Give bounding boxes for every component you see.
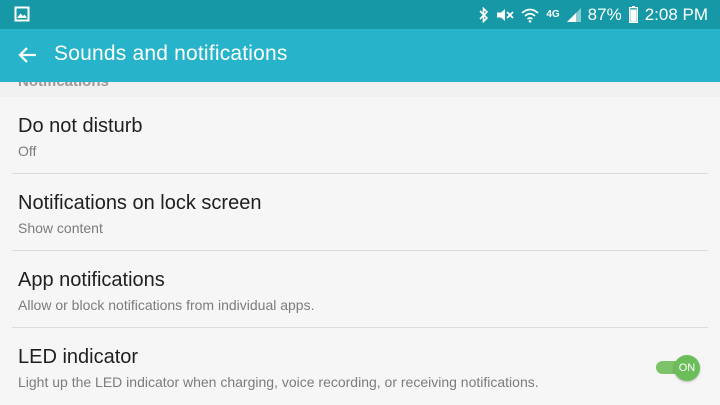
setting-do-not-disturb[interactable]: Do not disturb Off — [0, 97, 720, 174]
wifi-icon — [521, 7, 539, 23]
signal-icon — [566, 7, 581, 22]
setting-notifications-on-lock-screen[interactable]: Notifications on lock screen Show conten… — [0, 174, 720, 251]
setting-summary: Off — [18, 143, 37, 159]
setting-title: Notifications on lock screen — [18, 192, 262, 214]
battery-icon — [628, 6, 638, 23]
setting-title: LED indicator — [18, 346, 139, 368]
clock: 2:08 PM — [644, 4, 708, 24]
page-title: Sounds and notifications — [54, 42, 288, 65]
status-bar: 4G 87% 2:08 PM — [0, 0, 720, 29]
gallery-icon — [14, 6, 30, 27]
setting-title: Do not disturb — [18, 115, 143, 137]
network-type-label: 4G — [546, 9, 560, 20]
setting-app-notifications[interactable]: App notifications Allow or block notific… — [0, 251, 720, 328]
bluetooth-icon — [479, 6, 489, 23]
setting-summary: Allow or block notifications from indivi… — [18, 297, 315, 313]
battery-text: 87% — [587, 4, 622, 24]
back-arrow-icon[interactable] — [16, 43, 40, 67]
toggle-knob: ON — [674, 355, 700, 381]
led-indicator-toggle[interactable]: ON — [656, 355, 700, 381]
section-header-label: Notifications — [18, 82, 109, 90]
section-header: Notifications — [0, 82, 720, 97]
setting-led-indicator[interactable]: LED indicator Light up the LED indicator… — [0, 328, 720, 405]
setting-title: App notifications — [18, 269, 165, 291]
setting-summary: Light up the LED indicator when charging… — [18, 374, 539, 390]
settings-list: Do not disturb Off Notifications on lock… — [0, 97, 720, 405]
setting-summary: Show content — [18, 220, 103, 236]
app-bar: Sounds and notifications — [0, 29, 720, 82]
mute-icon — [496, 7, 514, 23]
